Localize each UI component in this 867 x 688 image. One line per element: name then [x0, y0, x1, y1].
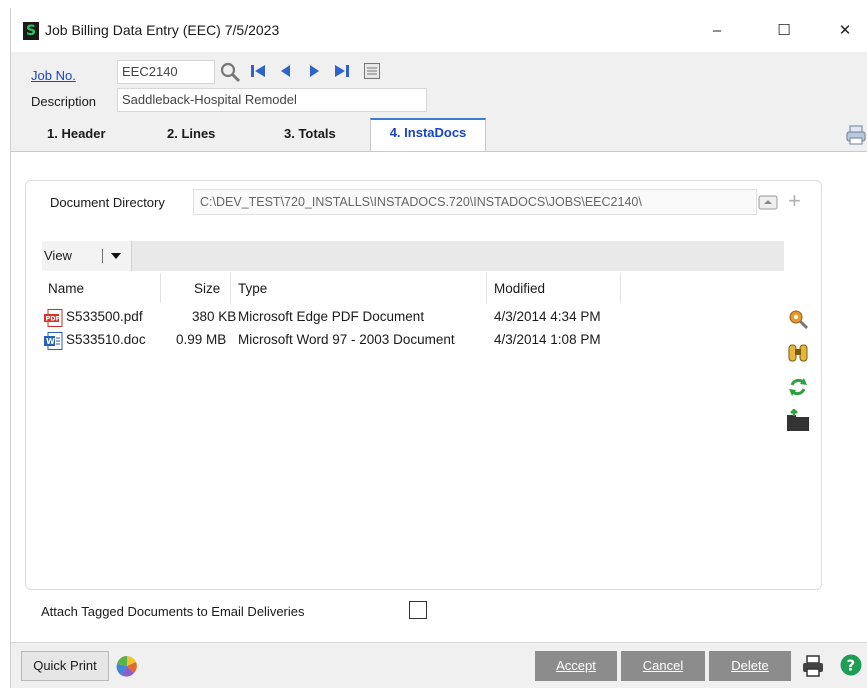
minimize-button[interactable]: – — [697, 16, 737, 46]
word-file-icon: W — [44, 332, 64, 350]
description-input[interactable]: Saddleback-Hospital Remodel — [117, 88, 427, 112]
cancel-button[interactable]: Cancel — [621, 651, 705, 681]
column-divider — [486, 273, 487, 303]
view-toolbar: View — [42, 241, 784, 271]
document-group: Document Directory C:\DEV_TEST\720_INSTA… — [25, 180, 822, 590]
view-separator — [102, 249, 103, 263]
job-no-input[interactable]: EEC2140 — [117, 60, 215, 84]
tab-totals[interactable]: 3. Totals — [284, 126, 336, 150]
column-size[interactable]: Size — [194, 281, 220, 296]
search-icon[interactable] — [219, 61, 241, 83]
file-size: 0.99 MB — [176, 332, 227, 347]
file-modified: 4/3/2014 1:08 PM — [494, 332, 601, 347]
instadocs-panel: Document Directory C:\DEV_TEST\720_INSTA… — [11, 152, 867, 642]
svg-text:W: W — [46, 337, 55, 346]
view-label: View — [44, 248, 72, 263]
column-divider — [620, 273, 621, 303]
column-modified[interactable]: Modified — [494, 281, 545, 296]
document-directory-input[interactable]: C:\DEV_TEST\720_INSTALLS\INSTADOCS.720\I… — [193, 189, 757, 215]
description-label: Description — [31, 94, 97, 109]
file-type: Microsoft Edge PDF Document — [238, 309, 425, 324]
next-record-icon[interactable] — [305, 62, 323, 80]
document-directory-label: Document Directory — [50, 195, 165, 210]
binoculars-icon[interactable] — [786, 341, 810, 365]
file-name: S533510.doc — [66, 332, 146, 347]
file-name: S533500.pdf — [66, 309, 143, 324]
color-wheel-icon[interactable] — [115, 654, 139, 678]
add-icon[interactable]: + — [788, 190, 808, 212]
quick-print-button[interactable]: Quick Print — [21, 651, 109, 681]
last-record-icon[interactable] — [333, 62, 351, 80]
settings-gear-icon[interactable] — [786, 307, 810, 331]
column-divider — [160, 273, 161, 303]
tab-strip: 1. Header 2. Lines 3. Totals 4. InstaDoc… — [11, 118, 867, 152]
column-name[interactable]: Name — [48, 281, 84, 296]
svg-text:PDF: PDF — [46, 315, 61, 323]
job-billing-window: S Job Billing Data Entry (EEC) 7/5/2023 … — [10, 8, 867, 688]
tab-header[interactable]: 1. Header — [47, 126, 106, 150]
close-button[interactable]: ✕ — [825, 16, 865, 46]
job-no-link[interactable]: Job No. — [31, 68, 76, 83]
file-row[interactable]: PDF S533500.pdf 380 KB Microsoft Edge PD… — [42, 307, 682, 329]
column-divider — [230, 273, 231, 303]
tab-lines[interactable]: 2. Lines — [167, 126, 215, 150]
view-dropdown[interactable]: View — [42, 241, 132, 271]
previous-record-icon[interactable] — [277, 62, 295, 80]
first-record-icon[interactable] — [249, 62, 267, 80]
file-row[interactable]: W S533510.doc 0.99 MB Microsoft Word 97 … — [42, 330, 682, 352]
browse-folder-icon[interactable] — [758, 193, 778, 211]
footer-bar: Quick Print Accept Cancel Delete ? — [11, 642, 867, 688]
window-title: Job Billing Data Entry (EEC) 7/5/2023 — [45, 22, 280, 38]
tab-instadocs[interactable]: 4. InstaDocs — [370, 118, 486, 152]
maximize-button[interactable]: ☐ — [764, 16, 804, 46]
attach-tagged-label: Attach Tagged Documents to Email Deliver… — [41, 604, 305, 619]
help-icon[interactable]: ? — [839, 653, 863, 677]
file-type: Microsoft Word 97 - 2003 Document — [238, 332, 455, 347]
list-icon[interactable] — [363, 62, 381, 80]
attach-tagged-checkbox[interactable] — [409, 601, 427, 619]
file-size: 380 KB — [192, 309, 237, 324]
printer-icon[interactable] — [801, 654, 825, 678]
title-bar: S Job Billing Data Entry (EEC) 7/5/2023 … — [11, 8, 867, 52]
printer-setup-icon[interactable] — [845, 124, 867, 146]
refresh-icon[interactable] — [786, 375, 810, 399]
svg-text:?: ? — [847, 657, 856, 675]
upload-folder-icon[interactable] — [786, 408, 810, 433]
pdf-file-icon: PDF — [44, 309, 64, 327]
delete-button[interactable]: Delete — [709, 651, 791, 681]
sage-app-icon: S — [23, 22, 39, 40]
file-modified: 4/3/2014 4:34 PM — [494, 309, 601, 324]
chevron-down-icon — [111, 253, 121, 259]
column-type[interactable]: Type — [238, 281, 267, 296]
accept-button[interactable]: Accept — [535, 651, 617, 681]
